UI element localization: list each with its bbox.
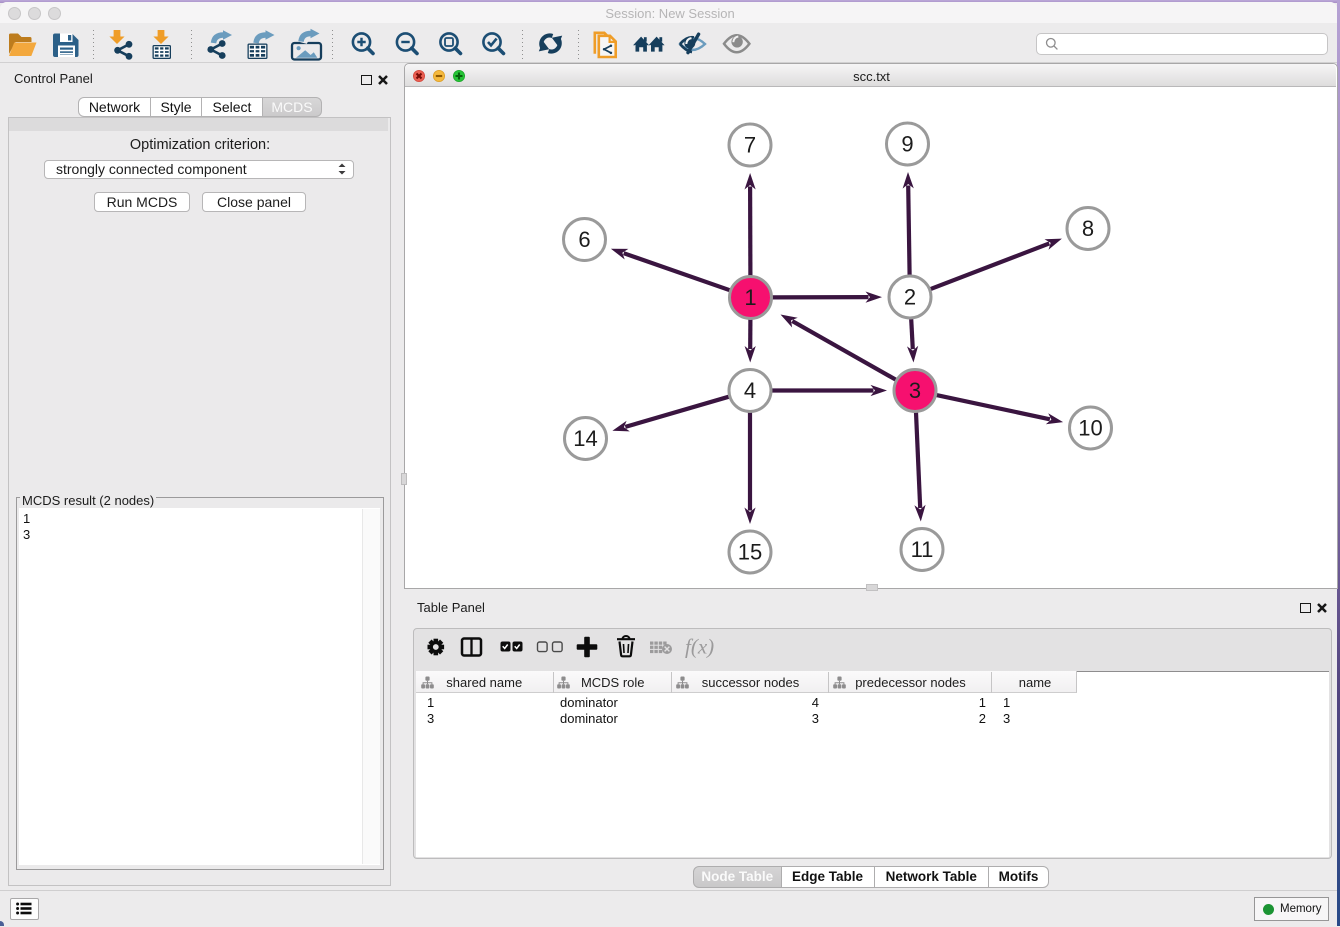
svg-text:2: 2	[904, 285, 916, 310]
svg-text:f(x): f(x)	[685, 635, 714, 659]
svg-text:10: 10	[1078, 416, 1102, 441]
svg-text:15: 15	[738, 540, 762, 565]
svg-text:9: 9	[901, 132, 913, 157]
svg-text:4: 4	[744, 378, 756, 403]
svg-text:3: 3	[909, 378, 921, 403]
svg-text:1: 1	[744, 285, 756, 310]
svg-text:8: 8	[1082, 216, 1094, 241]
svg-text:7: 7	[744, 133, 756, 158]
svg-text:6: 6	[578, 227, 590, 252]
svg-text:14: 14	[573, 426, 597, 451]
svg-text:11: 11	[911, 537, 934, 562]
